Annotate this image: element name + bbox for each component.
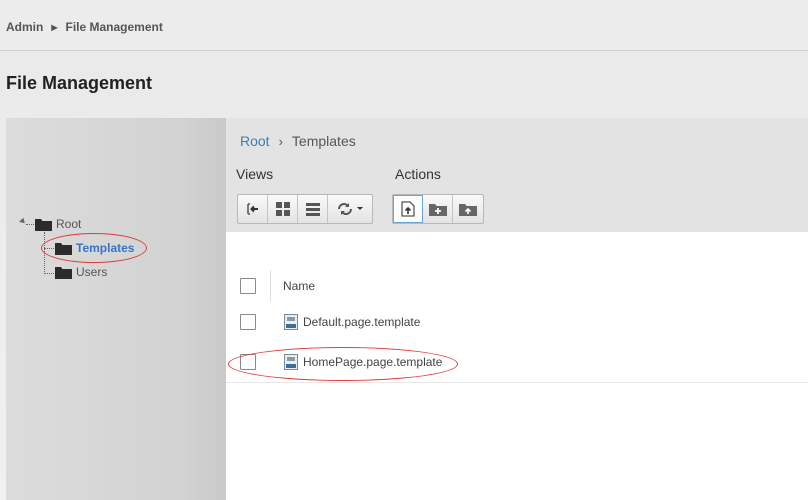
file-name: HomePage.page.template	[303, 355, 443, 369]
list-view-icon	[305, 203, 320, 216]
row-checkbox[interactable]	[240, 354, 256, 370]
tree-node-label: Root	[56, 217, 82, 231]
breadcrumb-current: File Management	[65, 20, 163, 34]
folder-icon	[35, 218, 52, 231]
template-file-icon	[284, 354, 298, 370]
list-view-button[interactable]	[298, 195, 328, 223]
dropdown-arrow-icon	[357, 207, 363, 210]
folder-icon	[55, 242, 72, 255]
upload-file-button[interactable]	[393, 195, 423, 223]
actions-toolbar	[392, 194, 484, 224]
top-bar: Admin ▶ File Management	[0, 0, 808, 51]
tree-connector	[44, 273, 54, 274]
select-all-checkbox[interactable]	[240, 278, 256, 294]
folder-icon	[55, 266, 72, 279]
chevron-right-icon: ›	[278, 133, 283, 149]
tree-connector	[26, 224, 34, 225]
file-name: Default.page.template	[303, 315, 421, 329]
views-toolbar	[237, 194, 373, 224]
refresh-dropdown-button[interactable]	[328, 195, 372, 223]
collapse-panel-icon	[246, 203, 258, 215]
filter-bar	[226, 232, 808, 271]
breadcrumb-separator-icon: ▶	[51, 22, 58, 32]
column-header-name[interactable]: Name	[283, 279, 315, 293]
upload-file-icon	[401, 201, 415, 217]
new-folder-icon	[428, 204, 447, 216]
page-title: File Management	[6, 73, 153, 93]
tree-connector	[44, 232, 45, 274]
table-row[interactable]: Default.page.template	[226, 302, 808, 343]
path-root-link[interactable]: Root	[240, 133, 270, 149]
tree-node-templates[interactable]: Templates	[55, 241, 134, 255]
tree-node-label: Users	[76, 265, 108, 279]
select-all-cell	[226, 270, 271, 302]
breadcrumb-admin-link[interactable]: Admin	[6, 20, 43, 34]
actions-label: Actions	[395, 166, 441, 182]
tree-node-root[interactable]: Root	[35, 217, 81, 231]
tree-node-users[interactable]: Users	[55, 265, 107, 279]
path-current: Templates	[291, 133, 356, 149]
collapse-panel-button[interactable]	[238, 195, 268, 223]
upload-folder-icon	[459, 204, 477, 216]
row-checkbox[interactable]	[240, 314, 256, 330]
file-explorer-panel: Root › Templates Views Actions Name Defa…	[226, 118, 808, 500]
tree-node-label: Templates	[76, 241, 135, 255]
template-file-icon	[284, 314, 298, 330]
upload-folder-button[interactable]	[453, 195, 483, 223]
grid-view-button[interactable]	[268, 195, 298, 223]
explorer-header: Root › Templates Views Actions	[226, 118, 808, 232]
path-breadcrumb: Root › Templates	[240, 133, 356, 149]
breadcrumb: Admin ▶ File Management	[6, 20, 163, 34]
tree-connector	[44, 248, 54, 249]
new-folder-button[interactable]	[423, 195, 453, 223]
folder-tree-panel: Root Templates Users	[6, 118, 226, 500]
grid-view-icon	[275, 202, 290, 216]
refresh-icon	[338, 203, 352, 215]
views-label: Views	[236, 166, 274, 182]
table-row[interactable]: HomePage.page.template	[226, 342, 808, 383]
grid-header: Name	[226, 270, 808, 303]
